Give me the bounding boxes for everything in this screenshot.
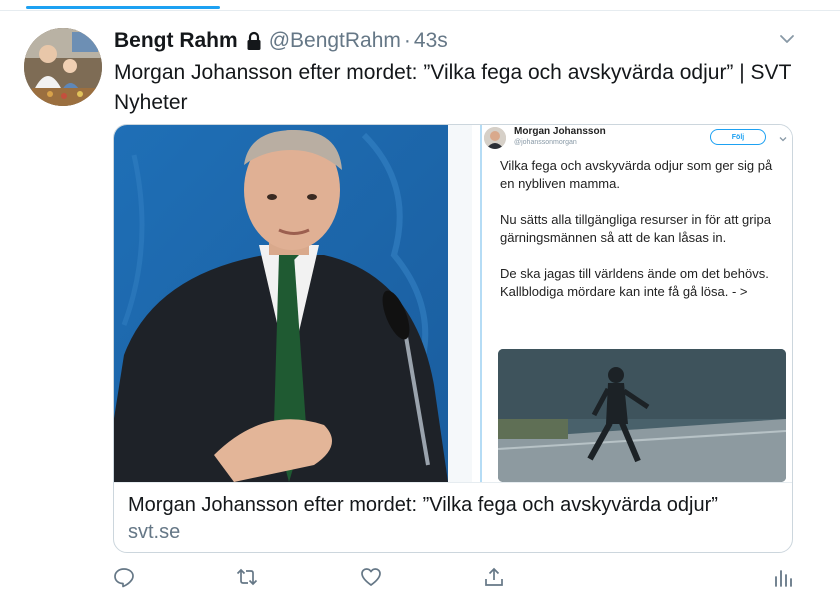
card-footer[interactable]: Morgan Johansson efter mordet: ”Vilka fe…	[114, 482, 792, 552]
chevron-down-icon	[778, 131, 788, 142]
timestamp[interactable]: 43s	[414, 29, 448, 53]
embedded-avatar	[484, 127, 506, 149]
analytics-icon[interactable]	[772, 566, 794, 588]
divider	[0, 10, 840, 11]
politician-photo	[114, 125, 448, 482]
embedded-tweet: Morgan Johansson @johanssonmorgan Följ V…	[472, 125, 792, 482]
retweet-icon[interactable]	[236, 566, 258, 588]
cctv-photo	[498, 349, 786, 482]
embedded-text: Vilka fega och avskyvärda odjur som ger …	[500, 157, 790, 319]
avatar[interactable]	[24, 28, 102, 106]
card-domain: svt.se	[128, 521, 181, 543]
follow-button: Följ	[710, 129, 766, 145]
embedded-handle: @johanssonmorgan	[514, 139, 577, 146]
thread-line	[480, 125, 482, 482]
reply-icon[interactable]	[113, 566, 135, 588]
embedded-name: Morgan Johansson	[514, 126, 606, 137]
embedded-paragraph: De ska jagas till världens ände om det b…	[500, 266, 769, 299]
image-divider	[448, 125, 472, 482]
heart-icon[interactable]	[360, 566, 382, 588]
link-card[interactable]: Morgan Johansson @johanssonmorgan Följ V…	[113, 124, 793, 553]
embedded-paragraph: Vilka fega och avskyvärda odjur som ger …	[500, 158, 773, 191]
share-icon[interactable]	[483, 566, 505, 588]
active-tab-indicator	[26, 6, 220, 9]
embedded-paragraph: Nu sätts alla tillgängliga resurser in f…	[500, 212, 771, 245]
chevron-down-icon[interactable]	[778, 30, 796, 48]
tweet-actions	[0, 566, 840, 592]
separator-dot: ·	[403, 29, 411, 52]
card-image: Morgan Johansson @johanssonmorgan Följ V…	[114, 125, 792, 482]
lock-icon	[245, 31, 263, 51]
display-name[interactable]: Bengt Rahm	[114, 29, 238, 53]
tweet-text: Morgan Johansson efter mordet: ”Vilka fe…	[114, 61, 792, 114]
card-title[interactable]: Morgan Johansson efter mordet: ”Vilka fe…	[128, 492, 780, 519]
tweet-header: Bengt Rahm @BengtRahm · 43s	[114, 27, 448, 55]
user-handle[interactable]: @BengtRahm	[269, 29, 401, 53]
